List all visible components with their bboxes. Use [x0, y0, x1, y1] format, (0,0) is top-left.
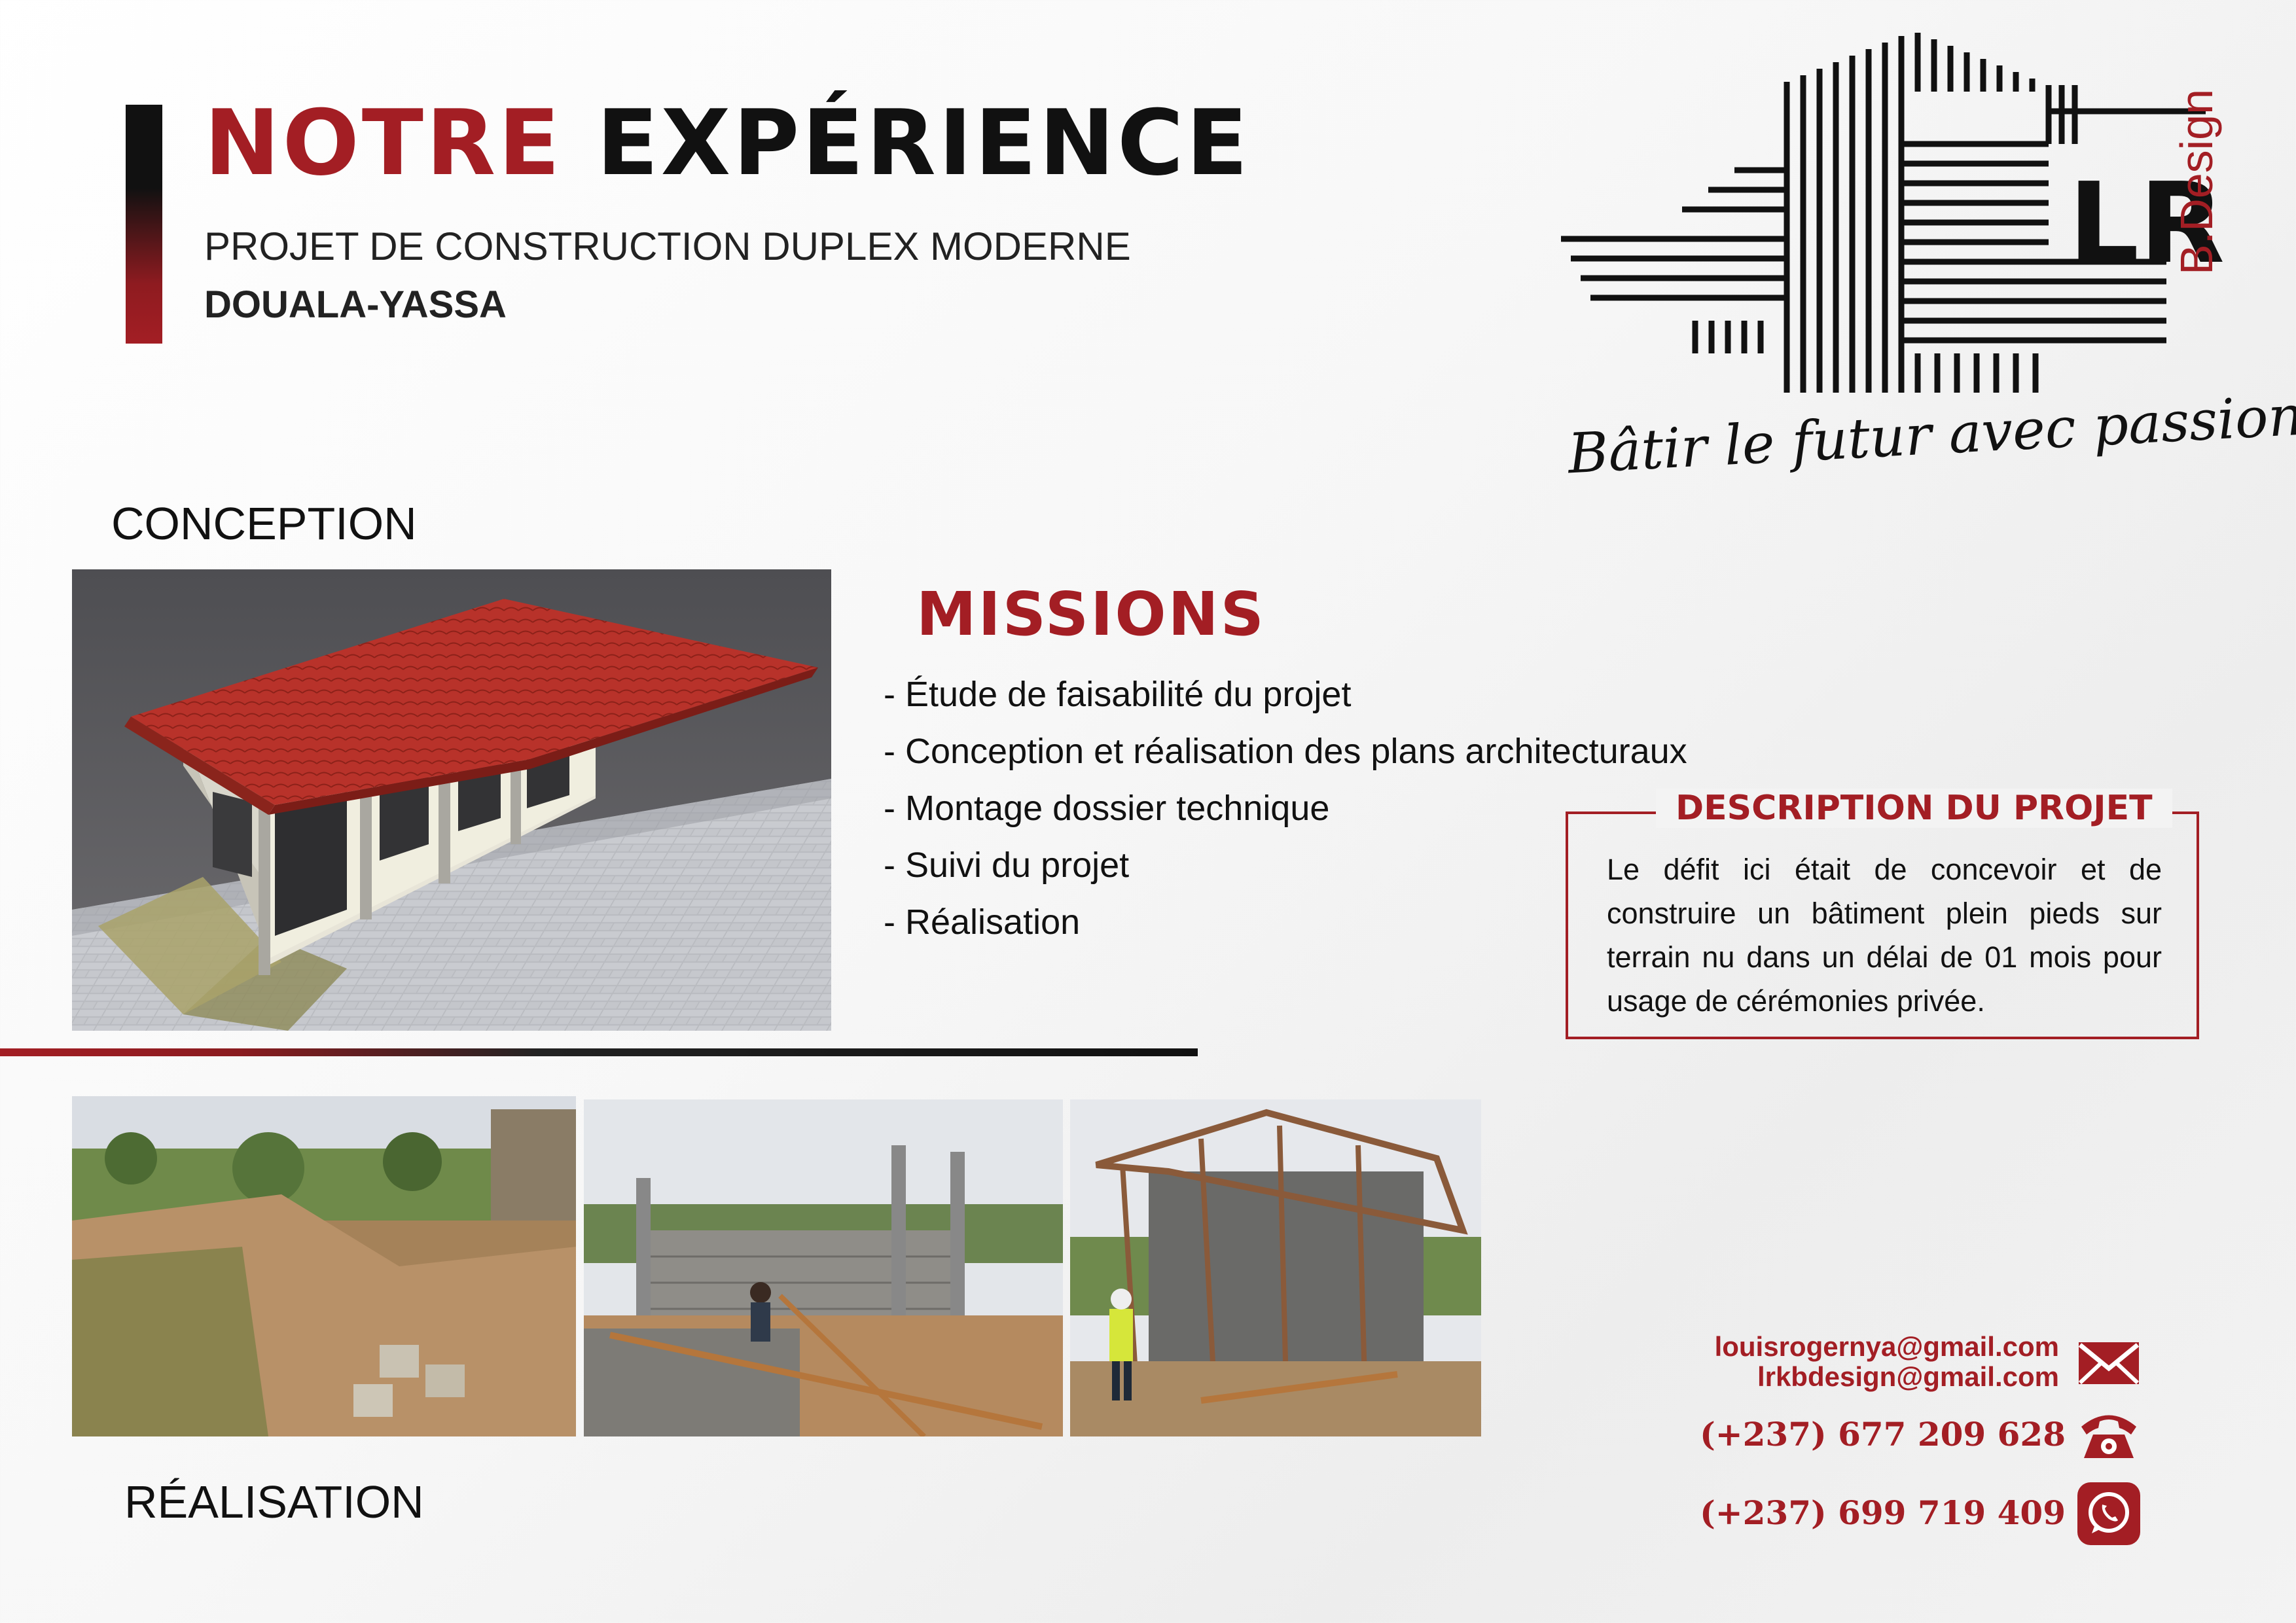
- realisation-photo-masonry: [584, 1099, 1063, 1436]
- mission-item: - Conception et réalisation des plans ar…: [884, 732, 1687, 771]
- realisation-photo-framing: [1070, 1099, 1481, 1436]
- page-title: NOTRE EXPÉRIENCE: [204, 98, 1251, 188]
- mail-icon: [2078, 1342, 2140, 1385]
- description-text: Le défit ici était de concevoir et de co…: [1607, 853, 2162, 1018]
- whatsapp-icon: [2077, 1482, 2140, 1545]
- project-location: DOUALA-YASSA: [204, 283, 507, 326]
- logo-brand-suffix: B.Design: [2171, 89, 2222, 275]
- lrk-logo: LRK B.Design: [1561, 33, 2232, 393]
- contact-email-1[interactable]: louisrogernya@gmail.com: [1715, 1331, 2059, 1363]
- contact-phone-1[interactable]: (+237) 677 209 628: [1700, 1415, 2066, 1454]
- missions-title: MISSIONS: [916, 579, 1266, 649]
- title-accent-bar: [126, 105, 162, 344]
- title-word-experience: EXPÉRIENCE: [596, 90, 1251, 196]
- section-realisation-heading: RÉALISATION: [124, 1476, 424, 1527]
- phone-icon: [2081, 1415, 2136, 1458]
- title-word-notre: NOTRE: [204, 90, 563, 196]
- conception-render-image: [72, 569, 831, 1031]
- contact-email-2[interactable]: lrkbdesign@gmail.com: [1757, 1361, 2059, 1393]
- description-title: DESCRIPTION DU PROJET: [1656, 789, 2172, 828]
- realisation-photo-terrain: [72, 1096, 576, 1436]
- mission-item: - Étude de faisabilité du projet: [884, 675, 1352, 714]
- section-divider: [0, 1048, 1198, 1056]
- project-subtitle: PROJET DE CONSTRUCTION DUPLEX MODERNE: [204, 224, 1131, 268]
- contact-phone-2[interactable]: (+237) 699 719 409: [1700, 1493, 2066, 1532]
- section-conception-heading: CONCEPTION: [111, 498, 417, 549]
